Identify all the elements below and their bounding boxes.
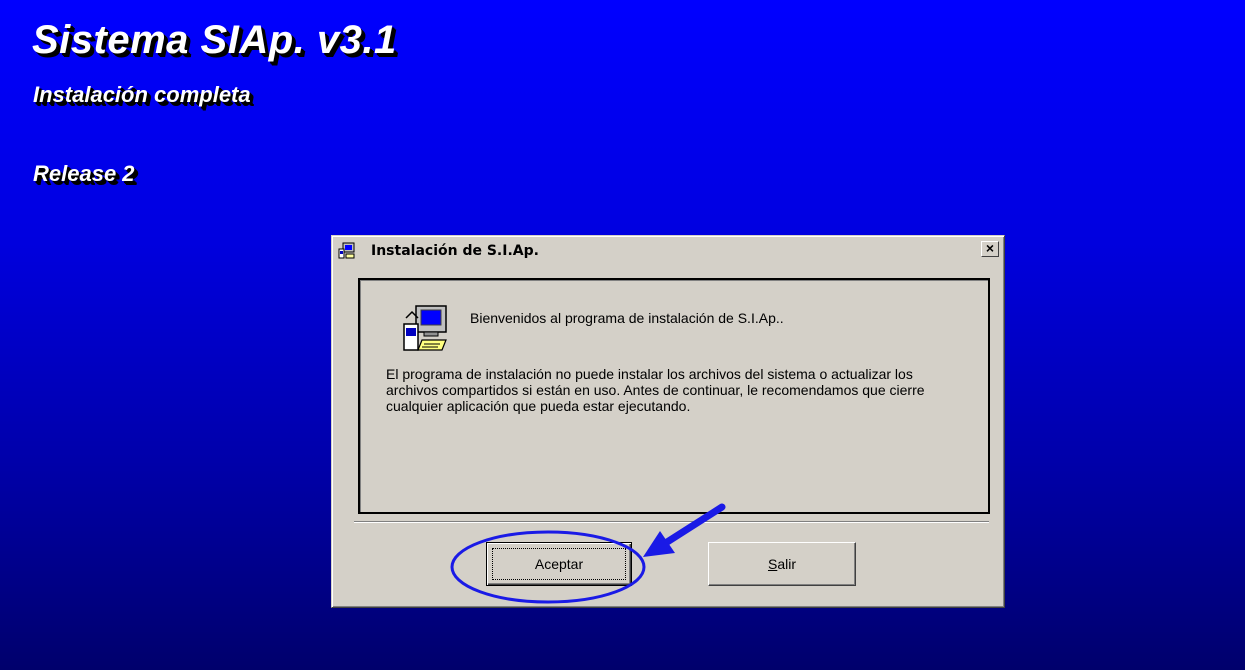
install-warning-text: El programa de instalación no puede inst… <box>386 366 925 414</box>
dialog-titlebar[interactable]: Instalación de S.I.Ap. × <box>335 239 1001 263</box>
install-subtitle: Instalación completa <box>33 82 251 107</box>
message-panel: Bienvenidos al programa de instalación d… <box>358 278 990 514</box>
accept-button[interactable]: Aceptar <box>486 542 632 586</box>
exit-button[interactable]: Salir <box>708 542 856 586</box>
focus-rect <box>492 548 626 580</box>
release-label: Release 2 <box>33 161 135 186</box>
app-title: Sistema SIAp. v3.1 <box>32 18 397 62</box>
welcome-text: Bienvenidos al programa de instalación d… <box>470 310 784 326</box>
setup-computer-icon <box>338 242 355 259</box>
close-icon: × <box>985 240 995 256</box>
exit-button-label: Salir <box>767 556 796 572</box>
dialog-title: Instalación de S.I.Ap. <box>371 243 539 259</box>
separator <box>354 521 989 523</box>
installer-background: Sistema SIAp. v3.1 Instalación completa … <box>0 0 1245 670</box>
setup-computer-icon <box>403 305 447 351</box>
close-button[interactable]: × <box>981 241 999 257</box>
setup-dialog: Instalación de S.I.Ap. × Bienvenidos al … <box>331 235 1005 608</box>
